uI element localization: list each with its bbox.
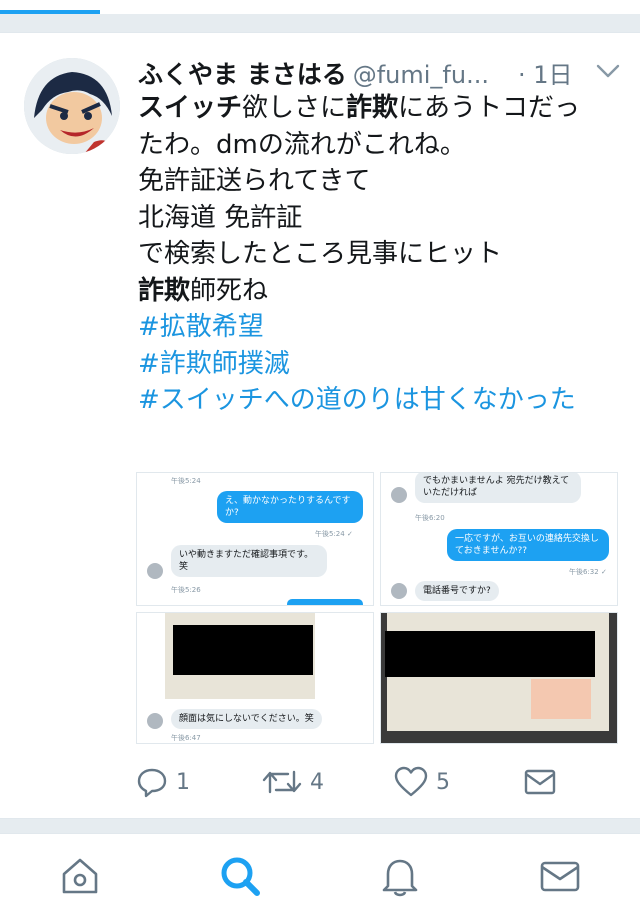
media-image-license-chat[interactable]: 顔面は気にしないでください。笑 午後6:47: [136, 612, 374, 744]
tab-notifications[interactable]: [378, 854, 422, 898]
chat-timestamp: 午後6:32 ✓: [569, 568, 607, 576]
license-portrait: [531, 679, 591, 719]
tweet-text-line: #拡散希望: [138, 309, 618, 346]
chat-avatar: [391, 583, 407, 599]
author-handle[interactable]: @fumi_fu...: [353, 61, 489, 89]
divider: [0, 32, 640, 33]
tweet-text-line: で検索したところ見事にヒット: [138, 236, 618, 273]
retweet-count: 4: [310, 769, 324, 795]
tab-messages[interactable]: [538, 854, 582, 898]
chat-avatar: [147, 563, 163, 579]
like-count: 5: [436, 769, 450, 795]
tweet-timestamp[interactable]: · 1日: [518, 55, 573, 90]
tweet-text-segment: 欲しさに: [242, 93, 347, 123]
tweet-text-bold: 詐欺: [346, 93, 399, 123]
chat-timestamp: 午後6:47: [171, 734, 201, 742]
media-image-chat-1[interactable]: 午後5:24 え、動かなかったりするんですか? 午後5:24 ✓ いや動きますた…: [136, 472, 374, 606]
tweet-text-segment: 師死ね: [190, 275, 269, 306]
chat-avatar: [391, 487, 407, 503]
tab-search[interactable]: [218, 854, 262, 898]
author-avatar[interactable]: [24, 58, 120, 154]
media-grid[interactable]: 午後5:24 え、動かなかったりするんですか? 午後5:24 ✓ いや動きますた…: [136, 472, 618, 744]
tweet-text-segment: 北海道 免許証: [138, 202, 303, 233]
redaction-box: [173, 625, 313, 675]
tweet-text: スイッチ欲しさに詐欺にあうトコだっ たわ。dmの流れがこれね。 免許証送られてきて北…: [138, 90, 618, 419]
like-button[interactable]: 5: [394, 760, 450, 804]
chat-timestamp: 午後5:24 ✓: [315, 530, 353, 538]
tweet-text-line: たわ。dmの流れがこれね。: [138, 127, 618, 164]
tweet-text-line: スイッチ欲しさに詐欺にあうトコだっ: [138, 90, 618, 127]
tweet-text-bold: 詐欺: [138, 275, 191, 306]
avatar-illustration: [24, 58, 120, 154]
chat-bubble-received: 顔面は気にしないでください。笑: [171, 709, 322, 729]
tabbar-divider: [0, 833, 640, 834]
tweet-text-line: 北海道 免許証: [138, 200, 618, 237]
chat-bubble-sent: 一応ですが、お互いの連絡先交換しておきませんか??: [447, 529, 609, 561]
bottom-tab-bar: [0, 840, 640, 908]
tweet-text-bold: スイッチ: [138, 93, 243, 123]
hashtag-link[interactable]: #スイッチへの道のりは甘くなかった: [138, 385, 576, 415]
chat-bubble-received: いや動きますただ確認事項です。笑: [171, 545, 327, 577]
author-name[interactable]: ふくやま まさはる: [138, 60, 347, 89]
search-icon: [221, 857, 260, 896]
chat-avatar: [147, 713, 163, 729]
loading-progress: [0, 0, 640, 14]
tweet-text-segment: たわ。dmの流れがこれね。: [138, 129, 466, 160]
tweet-actions: 1 4 5: [136, 760, 616, 804]
direct-message-button[interactable]: [524, 760, 556, 804]
chat-timestamp: 午後5:26: [171, 586, 201, 594]
tweet-header: ふくやま まさはる @fumi_fu... · 1日: [138, 55, 628, 91]
reply-icon: [137, 768, 167, 798]
media-image-chat-2[interactable]: でもかまいませんよ 宛先だけ教えていただければ 午後6:20 一応ですが、お互い…: [380, 472, 618, 606]
timeline-gap: [0, 14, 640, 32]
chat-bubble-sent-partial: [287, 599, 363, 605]
media-image-license[interactable]: [380, 612, 618, 744]
tweet-text-segment: 免許証送られてきて: [138, 166, 371, 196]
chat-timestamp: 午後5:24: [171, 477, 201, 485]
chevron-down-icon[interactable]: [594, 61, 622, 81]
home-icon: [62, 858, 98, 894]
heart-icon: [394, 766, 428, 797]
tweet-text-line: 詐欺師死ね: [138, 273, 618, 310]
tweet-text-line: #スイッチへの道のりは甘くなかった: [138, 382, 618, 419]
chat-bubble-received: 電話番号ですか?: [415, 581, 499, 601]
redaction-box: [385, 631, 595, 677]
envelope-icon: [524, 769, 556, 795]
tab-home[interactable]: [58, 854, 102, 898]
bell-icon: [382, 859, 418, 897]
timeline-gap: [0, 819, 640, 833]
hashtag-link[interactable]: #拡散希望: [138, 312, 264, 342]
reply-button[interactable]: 1: [136, 760, 190, 804]
chat-timestamp: 午後6:20: [415, 514, 445, 522]
retweet-button[interactable]: 4: [262, 760, 324, 804]
chat-bubble-sent: え、動かなかったりするんですか?: [217, 491, 363, 523]
hashtag-link[interactable]: #詐欺師撲滅: [138, 349, 290, 379]
mail-icon: [540, 861, 580, 892]
reply-count: 1: [176, 769, 190, 795]
tweet-text-line: #詐欺師撲滅: [138, 346, 618, 383]
tweet-text-segment: で検索したところ見事にヒット: [138, 239, 503, 269]
tweet-text-line: 免許証送られてきて: [138, 163, 618, 200]
retweet-icon: [262, 770, 302, 794]
tweet-text-segment: にあうトコだっ: [398, 93, 581, 123]
chat-bubble-received: でもかまいませんよ 宛先だけ教えていただければ: [415, 473, 581, 503]
